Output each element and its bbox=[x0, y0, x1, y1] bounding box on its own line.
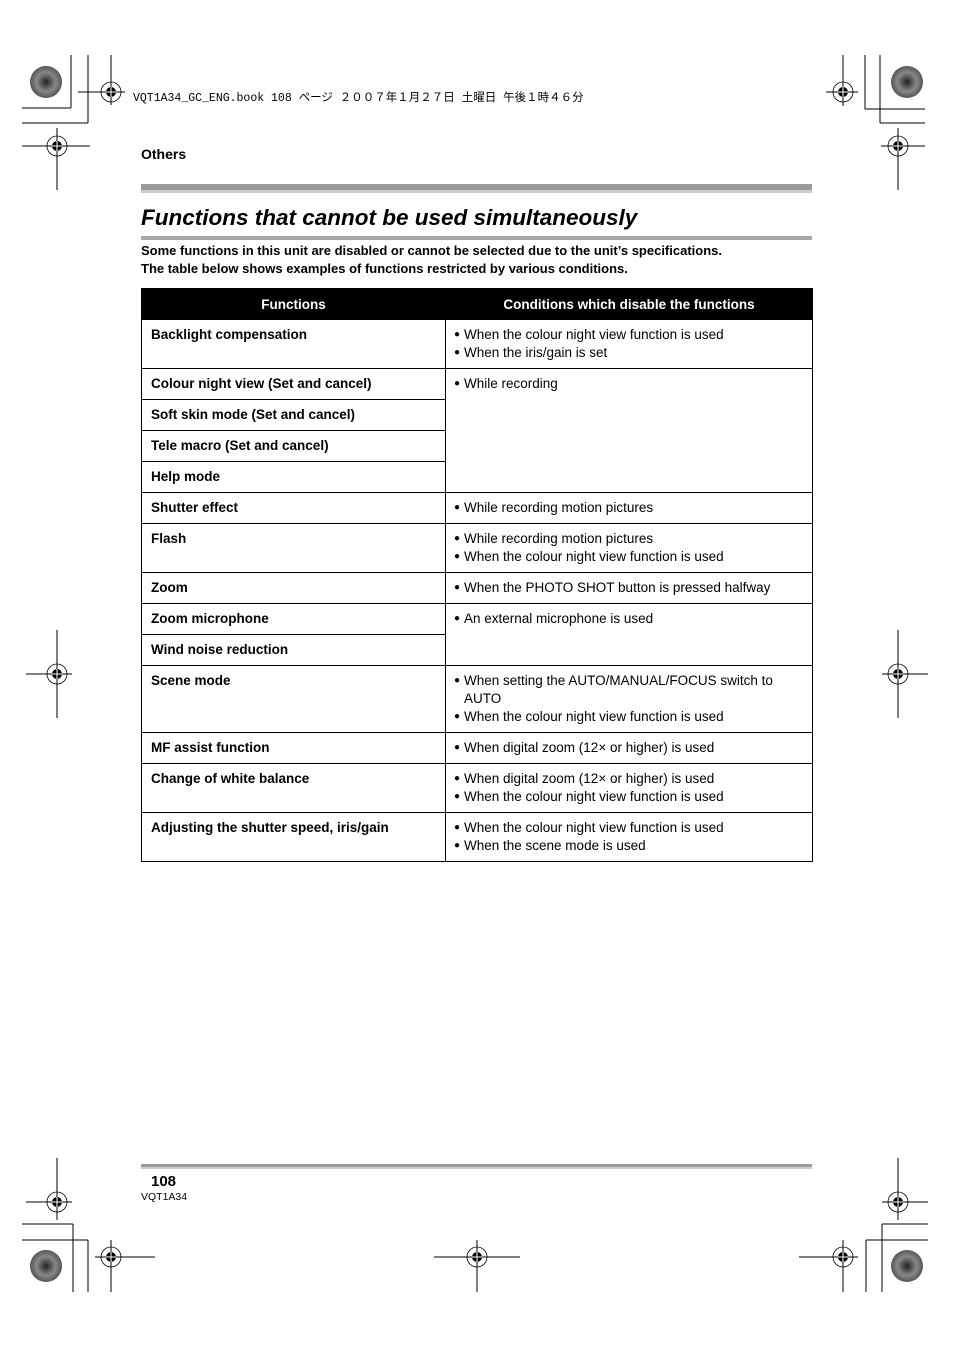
condition-item: ● When the colour night view function is … bbox=[454, 819, 803, 837]
conditions-cell: ● When the colour night view function is … bbox=[445, 319, 813, 369]
condition-text: While recording motion pictures bbox=[464, 531, 654, 546]
function-cell: Tele macro (Set and cancel) bbox=[141, 430, 446, 462]
doc-code: VQT1A34 bbox=[141, 1191, 188, 1203]
condition-item: ● When the colour night view function is … bbox=[454, 548, 803, 566]
section-label: Others bbox=[141, 146, 187, 162]
condition-item: ● When the iris/gain is set bbox=[454, 344, 803, 362]
bullet-icon: ● bbox=[454, 822, 461, 833]
table-row: Zoom ● When the PHOTO SHOT button is press… bbox=[141, 572, 813, 604]
condition-text: When the colour night view function is u… bbox=[464, 820, 724, 835]
print-header: VQT1A34_GC_ENG.book 108 ページ ２００７年１月２７日 土… bbox=[133, 92, 584, 105]
function-cell: Adjusting the shutter speed, iris/gain bbox=[141, 812, 446, 862]
condition-text: When the scene mode is used bbox=[464, 838, 646, 853]
table-row: Colour night view (Set and cancel) ● While… bbox=[141, 368, 813, 493]
condition-text: When digital zoom (12× or higher) is use… bbox=[464, 771, 715, 786]
conditions-cell: ● An external microphone is used bbox=[445, 603, 813, 666]
intro-line: The table below shows examples of functi… bbox=[141, 261, 628, 276]
conditions-cell: ● When digital zoom (12× or higher) is us… bbox=[445, 732, 813, 764]
header-rule bbox=[141, 184, 812, 193]
header-conditions: Conditions which disable the functions bbox=[445, 288, 813, 320]
bullet-icon: ● bbox=[454, 551, 461, 562]
bullet-icon: ● bbox=[454, 329, 461, 340]
condition-item: ● When the colour night view function is … bbox=[454, 326, 803, 344]
condition-text: When the iris/gain is set bbox=[464, 345, 608, 360]
function-cell: Flash bbox=[141, 523, 446, 573]
page-number: 108 bbox=[151, 1173, 177, 1190]
intro-line: Some functions in this unit are disabled… bbox=[141, 243, 723, 258]
table-row: Scene mode ● When setting the AUTO/MANUAL/… bbox=[141, 665, 813, 733]
conditions-cell: ● When the colour night view function is … bbox=[445, 812, 813, 862]
intro-text: Some functions in this unit are disabled… bbox=[141, 242, 821, 278]
table-row: MF assist function ● When digital zoom (12… bbox=[141, 732, 813, 764]
condition-item: ● When setting the AUTO/MANUAL/FOCUS swit… bbox=[454, 672, 803, 708]
table-row: Change of white balance ● When digital zoo… bbox=[141, 763, 813, 813]
function-cell: Backlight compensation bbox=[141, 319, 446, 369]
condition-text: While recording motion pictures bbox=[464, 500, 654, 515]
conditions-cell: ● While recording bbox=[445, 368, 813, 493]
condition-text: When setting the AUTO/MANUAL/FOCUS switc… bbox=[464, 673, 773, 706]
bullet-icon: ● bbox=[454, 675, 461, 686]
function-cell: Zoom microphone bbox=[141, 603, 446, 635]
bullet-icon: ● bbox=[454, 613, 461, 624]
conditions-cell: ● While recording motion pictures bbox=[445, 492, 813, 524]
condition-item: ● When the colour night view function is … bbox=[454, 788, 803, 806]
bullet-icon: ● bbox=[454, 347, 461, 358]
function-cell: Soft skin mode (Set and cancel) bbox=[141, 399, 446, 431]
function-cell: MF assist function bbox=[141, 732, 446, 764]
condition-item: ● When the PHOTO SHOT button is pressed h… bbox=[454, 579, 803, 597]
bullet-icon: ● bbox=[454, 502, 461, 513]
function-cell: Shutter effect bbox=[141, 492, 446, 524]
color-target-icon bbox=[891, 1250, 923, 1282]
footer-rule bbox=[141, 1164, 812, 1169]
bullet-icon: ● bbox=[454, 711, 461, 722]
table-header-row: Functions Conditions which disable the f… bbox=[141, 288, 813, 320]
color-target-icon bbox=[30, 1250, 62, 1282]
function-cell: Colour night view (Set and cancel) bbox=[141, 368, 446, 400]
condition-item: ● While recording motion pictures bbox=[454, 499, 803, 517]
bullet-icon: ● bbox=[454, 840, 461, 851]
function-cell: Change of white balance bbox=[141, 763, 446, 813]
condition-item: ● When the colour night view function is … bbox=[454, 708, 803, 726]
page-title: Functions that cannot be used simultaneo… bbox=[141, 205, 638, 230]
bullet-icon: ● bbox=[454, 378, 461, 389]
conditions-cell: ● When setting the AUTO/MANUAL/FOCUS swit… bbox=[445, 665, 813, 733]
condition-text: When digital zoom (12× or higher) is use… bbox=[464, 740, 715, 755]
condition-text: When the colour night view function is u… bbox=[464, 789, 724, 804]
conditions-cell: ● While recording motion pictures ● When th… bbox=[445, 523, 813, 573]
function-cell: Scene mode bbox=[141, 665, 446, 733]
conditions-cell: ● When the PHOTO SHOT button is pressed h… bbox=[445, 572, 813, 604]
condition-item: ● While recording bbox=[454, 375, 803, 393]
condition-item: ● While recording motion pictures bbox=[454, 530, 803, 548]
bullet-icon: ● bbox=[454, 773, 461, 784]
condition-text: When the PHOTO SHOT button is pressed ha… bbox=[464, 580, 771, 595]
condition-text: When the colour night view function is u… bbox=[464, 327, 724, 342]
function-cell: Zoom bbox=[141, 572, 446, 604]
condition-text: When the colour night view function is u… bbox=[464, 549, 724, 564]
table-row: Flash ● While recording motion pictures ● Wh… bbox=[141, 523, 813, 573]
table-row: Adjusting the shutter speed, iris/gain ● W… bbox=[141, 812, 813, 862]
table-row: Zoom microphone ● An external microphone i… bbox=[141, 603, 813, 666]
table-row: Backlight compensation ● When the colour n… bbox=[141, 319, 813, 369]
condition-text: An external microphone is used bbox=[464, 611, 654, 626]
title-rule bbox=[141, 236, 812, 240]
condition-text: When the colour night view function is u… bbox=[464, 709, 724, 724]
bullet-icon: ● bbox=[454, 533, 461, 544]
condition-item: ● When the scene mode is used bbox=[454, 837, 803, 855]
color-target-icon bbox=[891, 66, 923, 98]
conditions-cell: ● When digital zoom (12× or higher) is us… bbox=[445, 763, 813, 813]
bullet-icon: ● bbox=[454, 791, 461, 802]
condition-item: ● An external microphone is used bbox=[454, 610, 803, 628]
table-row: Shutter effect ● While recording motion pi… bbox=[141, 492, 813, 524]
function-cell: Wind noise reduction bbox=[141, 634, 446, 666]
condition-item: ● When digital zoom (12× or higher) is us… bbox=[454, 770, 803, 788]
function-cell: Help mode bbox=[141, 461, 446, 493]
functions-table: Functions Conditions which disable the f… bbox=[141, 288, 813, 862]
header-functions: Functions bbox=[141, 288, 446, 320]
bullet-icon: ● bbox=[454, 742, 461, 753]
condition-text: While recording bbox=[464, 376, 558, 391]
condition-item: ● When digital zoom (12× or higher) is us… bbox=[454, 739, 803, 757]
color-target-icon bbox=[30, 66, 62, 98]
bullet-icon: ● bbox=[454, 582, 461, 593]
